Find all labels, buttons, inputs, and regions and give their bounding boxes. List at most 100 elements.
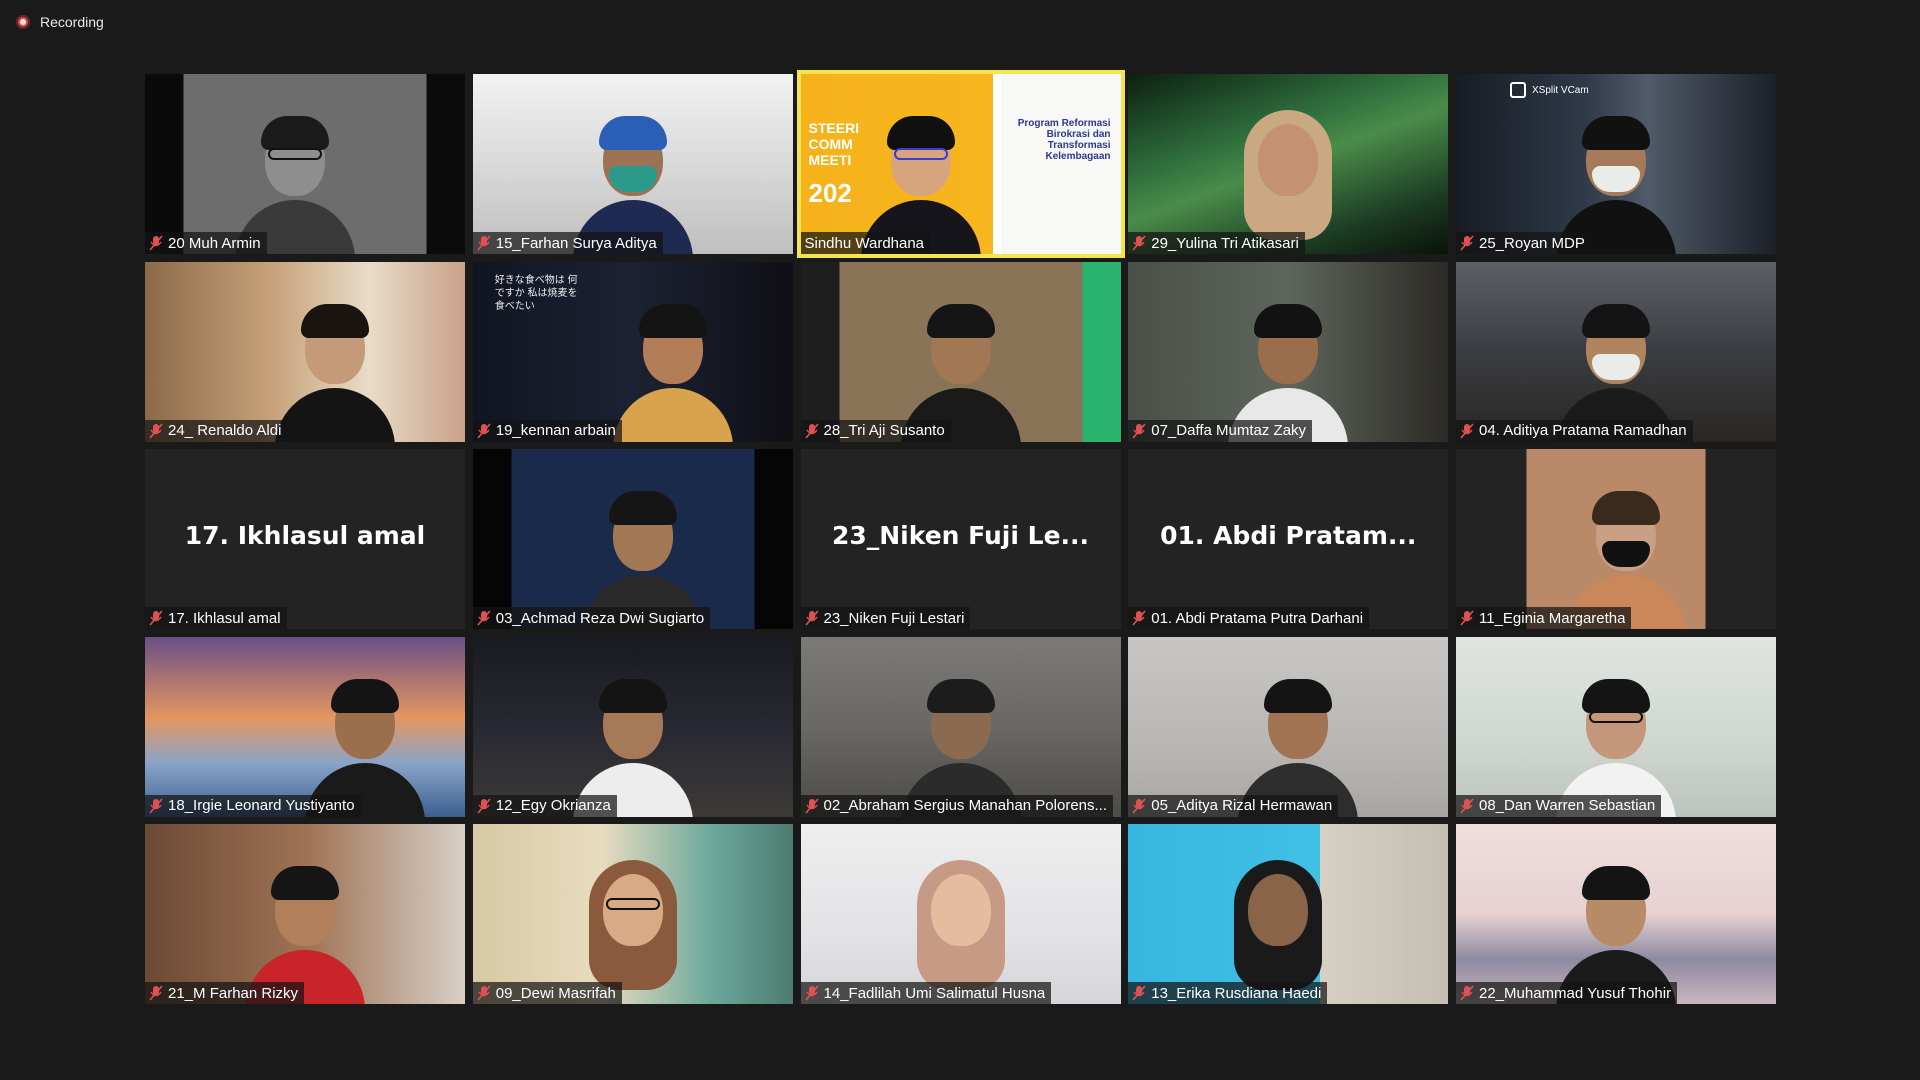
participant-name: Sindhu Wardhana: [804, 234, 925, 252]
participant-name-label: 02_Abraham Sergius Manahan Polorens...: [800, 794, 1114, 817]
participant-name: 11_Eginia Margaretha: [1479, 609, 1626, 627]
participant-tile[interactable]: 28_Tri Aji Susanto: [800, 261, 1121, 442]
participant-name-label: 24_ Renaldo Aldi: [145, 419, 288, 442]
participant-name: 13_Erika Rusdiana Haedi: [1151, 984, 1322, 1002]
participant-name-label: 07_Daffa Mumtaz Zaky: [1128, 419, 1313, 442]
participant-display-name: 01. Abdi Pratam...: [1160, 521, 1417, 550]
participant-name: 21_M Farhan Rizky: [168, 984, 299, 1002]
mic-muted-icon: [804, 985, 819, 1001]
participant-name: 08_Dan Warren Sebastian: [1479, 797, 1656, 814]
participant-tile-video-off[interactable]: 01. Abdi Pratam... 01. Abdi Pratama Putr…: [1128, 449, 1449, 629]
xsplit-logo-icon: [1510, 82, 1526, 98]
mic-muted-icon: [1132, 985, 1146, 1001]
participant-tile[interactable]: 11_Eginia Margaretha: [1456, 449, 1776, 629]
mic-muted-icon: [1460, 797, 1474, 814]
mic-muted-icon: [477, 235, 491, 251]
mic-muted-icon: [149, 422, 163, 439]
mic-muted-icon: [1460, 235, 1474, 251]
mic-muted-icon: [149, 797, 163, 814]
participant-tile-video-off[interactable]: 17. Ikhlasul amal 17. Ikhlasul amal: [145, 449, 465, 629]
mic-muted-icon: [1460, 422, 1474, 439]
participant-name: 03_Achmad Reza Dwi Sugiarto: [495, 609, 705, 627]
participant-name: 25_Royan MDP: [1479, 234, 1585, 252]
participant-name-label: 13_Erika Rusdiana Haedi: [1128, 982, 1328, 1004]
recording-indicator: Recording: [16, 14, 104, 30]
mic-muted-icon: [1132, 797, 1146, 814]
mic-muted-icon: [477, 797, 491, 814]
mic-muted-icon: [477, 422, 491, 439]
participant-tile[interactable]: 20 Muh Armin: [145, 74, 465, 254]
participant-tile[interactable]: 07_Daffa Mumtaz Zaky: [1128, 261, 1449, 442]
mic-muted-icon: [804, 797, 819, 814]
participant-name: 09_Dewi Masrifah: [495, 984, 616, 1002]
participant-tile[interactable]: 29_Yulina Tri Atikasari: [1128, 74, 1449, 254]
recording-icon: [16, 15, 30, 29]
mic-muted-icon: [1460, 985, 1474, 1001]
participant-name: 22_Muhammad Yusuf Thohir: [1479, 984, 1672, 1002]
participant-name: 05_Aditya Rizal Hermawan: [1151, 797, 1333, 814]
participant-tile[interactable]: 08_Dan Warren Sebastian: [1456, 636, 1776, 817]
mic-muted-icon: [477, 985, 491, 1001]
participant-tile[interactable]: 21_M Farhan Rizky: [145, 824, 465, 1004]
participant-name-label: 20 Muh Armin: [145, 232, 267, 254]
participant-name-label: 12_Egy Okrianza: [472, 794, 617, 817]
xsplit-label: XSplit VCam: [1532, 84, 1589, 96]
participant-name-label: 09_Dewi Masrifah: [472, 982, 622, 1004]
participant-tile[interactable]: 15_Farhan Surya Aditya: [472, 74, 793, 254]
participant-tile[interactable]: 02_Abraham Sergius Manahan Polorens...: [800, 636, 1121, 817]
participant-name: 20 Muh Armin: [168, 234, 261, 252]
participant-tile[interactable]: 18_Irgie Leonard Yustiyanto: [145, 636, 465, 817]
slide-line: COMM: [808, 136, 853, 152]
participant-name-label: 19_kennan arbain: [472, 419, 622, 442]
slide-year: 202: [808, 178, 852, 208]
participant-name-label: 15_Farhan Surya Aditya: [472, 232, 663, 254]
participant-name: 15_Farhan Surya Aditya: [495, 234, 657, 252]
participant-name: 14_Fadlilah Umi Salimatul Husna: [823, 984, 1046, 1002]
participant-name: 02_Abraham Sergius Manahan Polorens...: [823, 797, 1108, 814]
participant-name: 17. Ikhlasul amal: [168, 609, 281, 627]
mic-muted-icon: [1132, 235, 1146, 251]
recording-label: Recording: [40, 14, 104, 30]
participant-name: 04. Aditiya Pratama Ramadhan: [1479, 422, 1687, 439]
participant-display-name: 17. Ikhlasul amal: [184, 521, 426, 550]
participant-name-label: 29_Yulina Tri Atikasari: [1128, 232, 1305, 254]
participant-tile[interactable]: 22_Muhammad Yusuf Thohir: [1456, 824, 1776, 1004]
participant-name: 28_Tri Aji Susanto: [823, 422, 945, 439]
participant-tile[interactable]: 24_ Renaldo Aldi: [145, 261, 465, 442]
slide-line: STEERI: [808, 120, 860, 136]
participant-tile[interactable]: 05_Aditya Rizal Hermawan: [1128, 636, 1449, 817]
participant-name-label: 23_Niken Fuji Lestari: [800, 607, 971, 629]
participant-name-label: 18_Irgie Leonard Yustiyanto: [145, 794, 361, 817]
participant-name-label: 28_Tri Aji Susanto: [800, 419, 951, 442]
participant-tile[interactable]: 12_Egy Okrianza: [472, 636, 793, 817]
participant-name-label: 14_Fadlilah Umi Salimatul Husna: [800, 982, 1052, 1004]
participant-name: 19_kennan arbain: [495, 422, 616, 439]
participant-name: 01. Abdi Pratama Putra Darhani: [1151, 609, 1364, 627]
participant-name-label: 03_Achmad Reza Dwi Sugiarto: [472, 607, 711, 629]
mic-muted-icon: [804, 422, 819, 439]
mic-muted-icon: [1132, 610, 1146, 626]
mic-muted-icon: [1460, 610, 1474, 626]
mic-muted-icon: [477, 610, 491, 626]
participant-tile-video-off[interactable]: 23_Niken Fuji Le... 23_Niken Fuji Lestar…: [800, 449, 1121, 629]
participant-tile[interactable]: 04. Aditiya Pratama Ramadhan: [1456, 261, 1776, 442]
mic-muted-icon: [1132, 422, 1146, 439]
participant-tile[interactable]: 13_Erika Rusdiana Haedi: [1128, 824, 1449, 1004]
participant-tile[interactable]: XSplit VCam 25_Royan MDP: [1456, 74, 1776, 254]
participant-name-label: Sindhu Wardhana: [800, 232, 931, 254]
participant-name-label: 22_Muhammad Yusuf Thohir: [1456, 982, 1678, 1004]
participant-tile-active-speaker[interactable]: STEERI COMM MEETI 202 Program Reformasi …: [800, 74, 1121, 254]
participant-name-label: 05_Aditya Rizal Hermawan: [1128, 794, 1339, 817]
participant-tile[interactable]: 09_Dewi Masrifah: [472, 824, 793, 1004]
participant-tile[interactable]: 03_Achmad Reza Dwi Sugiarto: [472, 449, 793, 629]
participant-name: 07_Daffa Mumtaz Zaky: [1151, 422, 1307, 439]
participant-name-label: 17. Ikhlasul amal: [145, 607, 287, 629]
gallery-grid: 20 Muh Armin 15_Farhan Surya Aditya STEE…: [145, 74, 1776, 1004]
virtual-background-text: 好きな食べ物は 何ですか 私は焼麦を食べたい: [494, 274, 578, 312]
participant-tile[interactable]: 好きな食べ物は 何ですか 私は焼麦を食べたい 19_kennan arbain: [472, 261, 793, 442]
participant-tile[interactable]: 14_Fadlilah Umi Salimatul Husna: [800, 824, 1121, 1004]
participant-name-label: 08_Dan Warren Sebastian: [1456, 794, 1662, 817]
mic-muted-icon: [149, 235, 163, 251]
participant-name: 23_Niken Fuji Lestari: [823, 609, 965, 627]
slide-line: MEETI: [808, 152, 852, 168]
